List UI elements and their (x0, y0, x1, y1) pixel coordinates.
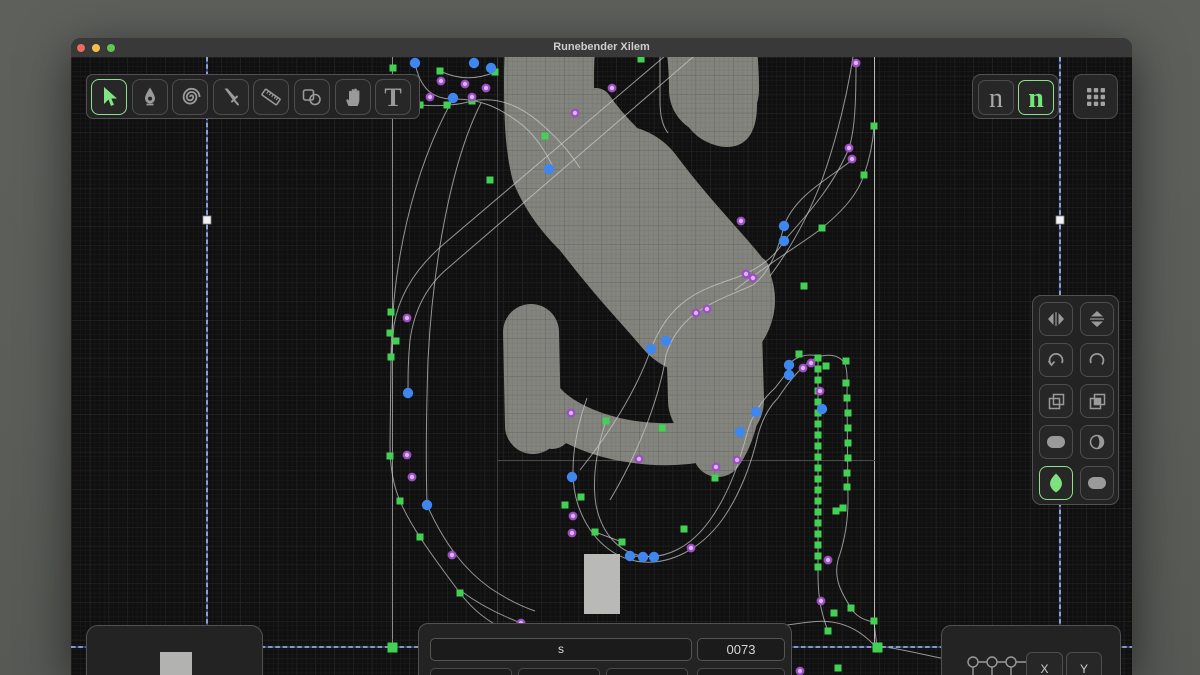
svg-text:n: n (1028, 83, 1044, 113)
svg-text:T: T (385, 83, 402, 111)
svg-text:n: n (989, 83, 1003, 113)
